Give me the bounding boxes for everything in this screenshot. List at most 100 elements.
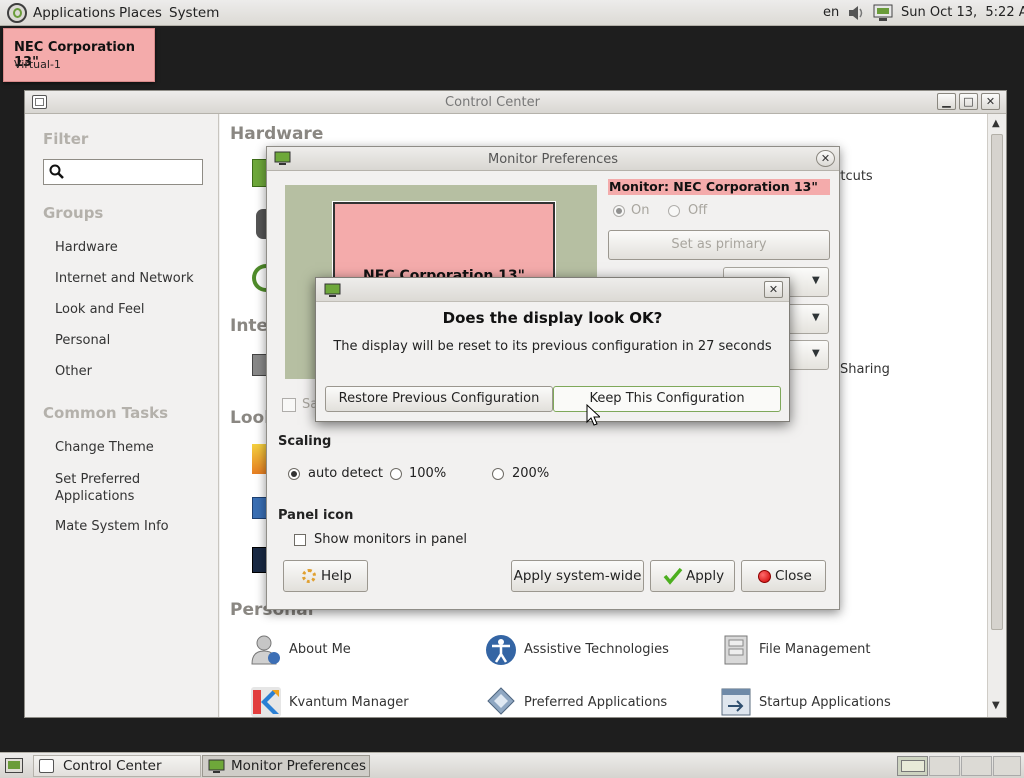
task-system-info[interactable]: Mate System Info	[55, 519, 169, 534]
applications-menu[interactable]: Applications	[33, 5, 115, 21]
startup-apps-label: Startup Applications	[759, 695, 891, 710]
workspace-2[interactable]	[929, 756, 960, 776]
system-menu[interactable]: System	[169, 5, 219, 21]
clock[interactable]: Sun Oct 13, 5:22 AM	[901, 5, 1024, 20]
preferred-apps-label: Preferred Applications	[524, 695, 668, 710]
minimize-button[interactable]: ▁	[937, 93, 956, 110]
scroll-up-arrow-icon[interactable]: ▲	[992, 118, 1000, 129]
help-button[interactable]: Help	[283, 560, 368, 592]
search-icon	[49, 164, 64, 179]
apply-label: Apply	[686, 568, 725, 584]
file-management-label: File Management	[759, 642, 871, 657]
groups-heading: Groups	[43, 204, 104, 222]
task-monitor-preferences[interactable]: Monitor Preferences	[202, 755, 370, 777]
preferred-apps-icon	[487, 687, 515, 715]
confirm-display-dialog: ✕ Does the display look OK? The display …	[315, 277, 790, 422]
kvantum-item[interactable]: Kvantum Manager	[250, 686, 470, 720]
confirm-close-button[interactable]: ✕	[764, 281, 783, 298]
checkmark-icon	[663, 567, 683, 585]
scroll-thumb[interactable]	[991, 134, 1003, 630]
keyboard-shortcuts-item[interactable]: rtcuts	[835, 169, 873, 184]
scroll-down-arrow-icon[interactable]: ▼	[992, 700, 1000, 711]
close-stop-icon	[758, 570, 771, 583]
group-look-feel[interactable]: Look and Feel	[55, 302, 145, 317]
filter-heading: Filter	[43, 130, 89, 148]
show-desktop-icon[interactable]	[5, 758, 23, 773]
scaling-auto-radio[interactable]	[288, 468, 300, 480]
maximize-button[interactable]: □	[959, 93, 978, 110]
kvantum-label: Kvantum Manager	[289, 695, 409, 710]
common-tasks-heading: Common Tasks	[43, 404, 169, 422]
monitor-prefs-title: Monitor Preferences	[487, 152, 618, 167]
monitor-osd-label: NEC Corporation 13" Virtual-1	[3, 28, 155, 82]
startup-apps-icon	[721, 688, 751, 716]
file-management-item[interactable]: File Management	[720, 634, 940, 668]
workspace-1[interactable]	[897, 756, 928, 776]
monitor-prefs-close-button[interactable]: ✕	[816, 150, 835, 167]
close-button[interactable]: Close	[741, 560, 826, 592]
off-label: Off	[688, 203, 708, 218]
monitor-task-icon	[208, 759, 225, 773]
startup-apps-item[interactable]: Startup Applications	[720, 686, 940, 720]
monitor-name-label: Monitor: NEC Corporation 13"	[608, 179, 830, 195]
filter-input[interactable]	[43, 159, 203, 185]
confirm-heading: Does the display look OK?	[442, 309, 663, 327]
confirm-dialog-titlebar[interactable]: ✕	[316, 278, 789, 302]
network-icon[interactable]	[872, 3, 894, 23]
close-window-button[interactable]: ✕	[981, 93, 1000, 110]
scaling-heading: Scaling	[278, 434, 332, 449]
control-center-titlebar[interactable]: Control Center ▁ □ ✕	[25, 91, 1006, 114]
workspace-4[interactable]	[993, 756, 1021, 776]
places-menu[interactable]: Places	[119, 5, 162, 21]
group-other[interactable]: Other	[55, 364, 92, 379]
accessibility-icon	[486, 635, 516, 665]
scaling-200-radio[interactable]	[492, 468, 504, 480]
assistive-tech-item[interactable]: Assistive Technologies	[485, 634, 705, 668]
task-control-center[interactable]: Control Center	[33, 755, 201, 777]
category-hardware: Hardware	[230, 124, 324, 144]
close-label: Close	[775, 568, 812, 584]
on-label: On	[631, 203, 650, 218]
task-preferred-apps[interactable]: Set Preferred Applications	[55, 471, 140, 505]
window-title: Control Center	[445, 95, 540, 110]
desktop-sharing-item[interactable]: Sharing	[840, 362, 890, 377]
group-hardware[interactable]: Hardware	[55, 240, 118, 255]
restore-config-button[interactable]: Restore Previous Configuration	[325, 386, 553, 412]
chevron-down-icon: ▼	[812, 275, 820, 286]
file-cabinet-icon	[724, 635, 748, 665]
chevron-down-icon: ▼	[812, 348, 820, 359]
workspace-3[interactable]	[961, 756, 992, 776]
apply-button[interactable]: Apply	[650, 560, 735, 592]
control-center-task-icon	[39, 759, 54, 773]
group-personal[interactable]: Personal	[55, 333, 110, 348]
group-internet-network[interactable]: Internet and Network	[55, 271, 194, 286]
scaling-auto-label: auto detect	[308, 466, 383, 481]
mate-logo-icon[interactable]	[7, 3, 27, 23]
show-monitors-checkbox[interactable]	[294, 534, 306, 546]
keyboard-layout-indicator[interactable]: en	[823, 5, 839, 20]
chevron-down-icon: ▼	[812, 312, 820, 323]
task-change-theme[interactable]: Change Theme	[55, 440, 154, 455]
preferred-apps-item[interactable]: Preferred Applications	[485, 686, 705, 720]
monitor-prefs-titlebar[interactable]: Monitor Preferences ✕	[267, 147, 839, 171]
scaling-200-label: 200%	[512, 466, 550, 481]
task-label: Control Center	[63, 758, 162, 774]
kvantum-icon	[251, 687, 281, 717]
off-radio[interactable]	[668, 205, 680, 217]
sidebar: Filter Groups Hardware Internet and Netw…	[25, 114, 219, 717]
apply-system-wide-button[interactable]: Apply system-wide	[511, 560, 644, 592]
scaling-100-radio[interactable]	[390, 468, 402, 480]
assistive-tech-label: Assistive Technologies	[524, 642, 669, 657]
show-monitors-label: Show monitors in panel	[314, 532, 468, 547]
help-label: Help	[321, 568, 352, 584]
help-icon	[302, 569, 316, 583]
about-me-label: About Me	[289, 642, 351, 657]
volume-icon[interactable]	[847, 4, 863, 22]
vertical-scrollbar[interactable]: ▲ ▼	[987, 114, 1006, 717]
about-me-item[interactable]: About Me	[250, 634, 470, 668]
set-primary-button[interactable]: Set as primary	[608, 230, 830, 260]
panel-icon-heading: Panel icon	[278, 508, 354, 523]
on-radio[interactable]	[613, 205, 625, 217]
same-image-checkbox[interactable]	[282, 398, 296, 412]
osd-output-name: Virtual-1	[14, 58, 61, 71]
